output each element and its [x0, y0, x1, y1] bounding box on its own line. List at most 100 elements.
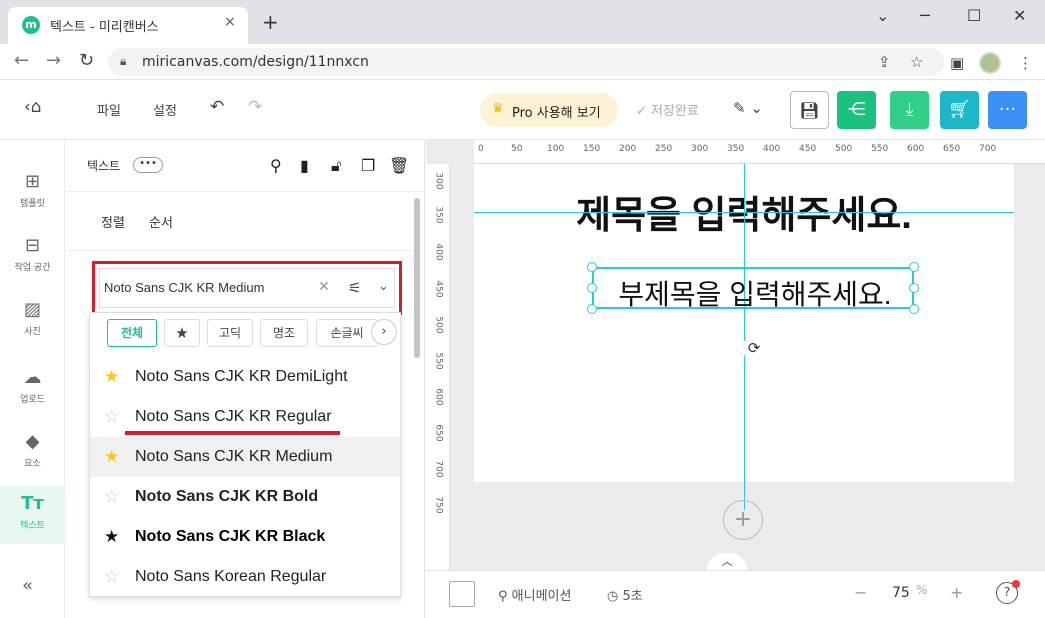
- rail-item-workspace[interactable]: ⊟ 작업 공간: [0, 228, 65, 282]
- tab-align[interactable]: 정렬: [101, 212, 125, 231]
- duplicate-icon[interactable]: ❐: [361, 156, 375, 175]
- close-window-button[interactable]: ✕: [1013, 6, 1026, 25]
- omnibox[interactable]: 🔒︎ miricanvas.com/design/11nnxcn ⇪ ☆: [108, 48, 944, 76]
- notification-dot: [1012, 580, 1020, 588]
- star-filled-icon[interactable]: ★: [104, 447, 119, 467]
- chip-myeongjo[interactable]: 명조: [260, 319, 308, 347]
- font-row[interactable]: ☆ Noto Sans Korean Regular: [90, 557, 400, 596]
- duration-button[interactable]: ◷ 5초: [607, 585, 643, 604]
- style-picker-icon[interactable]: ⚲: [270, 156, 282, 175]
- panel-scrollbar[interactable]: [414, 198, 420, 358]
- browser-tab-bar: m 텍스트 - 미리캔버스 × + ⌄ ─ ☐ ✕: [0, 0, 1045, 44]
- font-search-input[interactable]: [104, 280, 304, 295]
- chevron-down-icon[interactable]: ⌄: [378, 279, 389, 294]
- expand-pages-icon[interactable]: ︿: [707, 553, 747, 570]
- lock-element-icon[interactable]: 🔓︎: [331, 156, 341, 176]
- star-outline-icon[interactable]: ☆: [104, 487, 119, 507]
- star-filled-icon[interactable]: ★: [104, 527, 119, 547]
- forward-icon[interactable]: →: [46, 52, 61, 70]
- rail-item-text[interactable]: Tт 텍스트: [0, 486, 65, 544]
- font-row[interactable]: ★ Noto Sans CJK KR DemiLight: [90, 357, 400, 397]
- delete-icon[interactable]: 🗑︎: [389, 156, 409, 175]
- maximize-button[interactable]: ☐: [967, 6, 981, 25]
- panel-more-button[interactable]: •••: [133, 157, 163, 173]
- tab-title: 텍스트 - 미리캔버스: [50, 20, 159, 35]
- tab-search-icon[interactable]: ⌄: [876, 6, 889, 25]
- zoom-out-button[interactable]: −: [854, 583, 867, 602]
- resize-handle[interactable]: [587, 283, 597, 293]
- profile-avatar[interactable]: [979, 52, 1001, 74]
- star-outline-icon[interactable]: ☆: [104, 407, 119, 427]
- ruler-label: 50: [511, 144, 523, 154]
- rail-item-upload[interactable]: ☁ 업로드: [0, 360, 65, 414]
- ruler-label: 600: [433, 388, 444, 406]
- back-icon[interactable]: ←: [14, 52, 29, 70]
- font-select[interactable]: ✕ ⚟ ⌄: [99, 268, 395, 308]
- chip-handwriting[interactable]: 손글씨: [316, 319, 378, 347]
- ruler-label: 650: [433, 424, 444, 442]
- rail-item-template[interactable]: ⊞ 템플릿: [0, 164, 65, 218]
- zoom-unit: %: [916, 583, 928, 597]
- font-row-selected[interactable]: ★ Noto Sans CJK KR Medium: [90, 437, 400, 477]
- chip-favorites[interactable]: ★: [164, 319, 200, 347]
- divider: [65, 250, 415, 251]
- zoom-value[interactable]: 75: [892, 585, 910, 601]
- resize-handle[interactable]: [909, 262, 919, 272]
- side-panel-icon[interactable]: ▣: [950, 54, 964, 72]
- minimize-button[interactable]: ─: [920, 6, 930, 25]
- font-row[interactable]: ★ Noto Sans CJK KR Black: [90, 517, 400, 557]
- animation-icon: ⚲: [498, 589, 512, 604]
- rail-item-elements[interactable]: ◆ 요소: [0, 424, 65, 478]
- chip-next-icon[interactable]: ›: [371, 319, 397, 345]
- resize-handle[interactable]: [587, 262, 597, 272]
- browser-menu-icon[interactable]: ⋮: [1018, 54, 1033, 72]
- home-icon[interactable]: ‹⌂: [24, 97, 42, 117]
- tab-order[interactable]: 순서: [149, 212, 173, 231]
- font-dropdown: 전체 ★ 고딕 명조 손글씨 › ★ Noto Sans CJK KR Demi…: [89, 312, 401, 597]
- chip-all[interactable]: 전체: [107, 319, 157, 347]
- lock-icon: 🔒︎: [120, 54, 127, 68]
- resize-handle[interactable]: [587, 304, 597, 314]
- cart-button[interactable]: 🛒︎: [940, 91, 979, 129]
- clear-icon[interactable]: ✕: [318, 279, 330, 295]
- reload-icon[interactable]: ↻: [79, 52, 94, 70]
- tab-close-icon[interactable]: ×: [224, 14, 236, 30]
- chip-gothic[interactable]: 고딕: [207, 319, 253, 347]
- address-bar: ← → ↻ 🔒︎ miricanvas.com/design/11nnxcn ⇪…: [0, 44, 1045, 80]
- favicon-icon: m: [22, 16, 40, 34]
- pro-trial-button[interactable]: ♛ Pro 사용해 보기: [480, 93, 618, 127]
- browser-tab[interactable]: m 텍스트 - 미리캔버스 ×: [8, 7, 248, 44]
- resize-handle[interactable]: [909, 304, 919, 314]
- bookmark-star-icon[interactable]: ☆: [910, 53, 923, 71]
- download-button[interactable]: ⤓: [890, 91, 929, 129]
- pen-icon[interactable]: ✎ ⌄: [733, 99, 763, 117]
- share-button[interactable]: ⋲: [837, 91, 876, 129]
- zoom-in-button[interactable]: +: [950, 583, 963, 602]
- selected-text-box[interactable]: 부제목을 입력해주세요.: [592, 267, 914, 310]
- animation-button[interactable]: ⚲ 애니메이션: [498, 585, 571, 604]
- subtitle-text[interactable]: 부제목을 입력해주세요.: [594, 273, 916, 313]
- share-page-icon[interactable]: ⇪: [878, 53, 891, 71]
- redo-icon[interactable]: ↷: [248, 97, 262, 117]
- ruler-label: 300: [691, 144, 709, 154]
- star-filled-icon[interactable]: ★: [104, 367, 119, 387]
- paint-icon[interactable]: ▮: [300, 156, 309, 175]
- file-menu[interactable]: 파일: [97, 100, 121, 119]
- font-row[interactable]: ☆ Noto Sans CJK KR Bold: [90, 477, 400, 517]
- save-button[interactable]: 💾︎: [790, 91, 829, 129]
- rotate-icon[interactable]: ⟳: [742, 336, 766, 360]
- ruler-label: 150: [583, 144, 601, 154]
- filter-icon[interactable]: ⚟: [348, 279, 361, 297]
- page-thumbnail[interactable]: [449, 581, 475, 607]
- resize-handle[interactable]: [909, 283, 919, 293]
- ruler-label: 0: [478, 144, 484, 154]
- collapse-rail-icon[interactable]: «: [22, 575, 33, 596]
- settings-menu[interactable]: 설정: [153, 100, 177, 119]
- url-text[interactable]: miricanvas.com/design/11nnxcn: [142, 54, 369, 70]
- undo-icon[interactable]: ↶: [210, 97, 224, 117]
- add-page-button[interactable]: +: [723, 500, 763, 540]
- rail-item-photo[interactable]: ▨ 사진: [0, 292, 65, 346]
- more-button[interactable]: ···: [988, 91, 1027, 129]
- new-tab-button[interactable]: +: [262, 12, 279, 32]
- star-outline-icon[interactable]: ☆: [104, 567, 119, 587]
